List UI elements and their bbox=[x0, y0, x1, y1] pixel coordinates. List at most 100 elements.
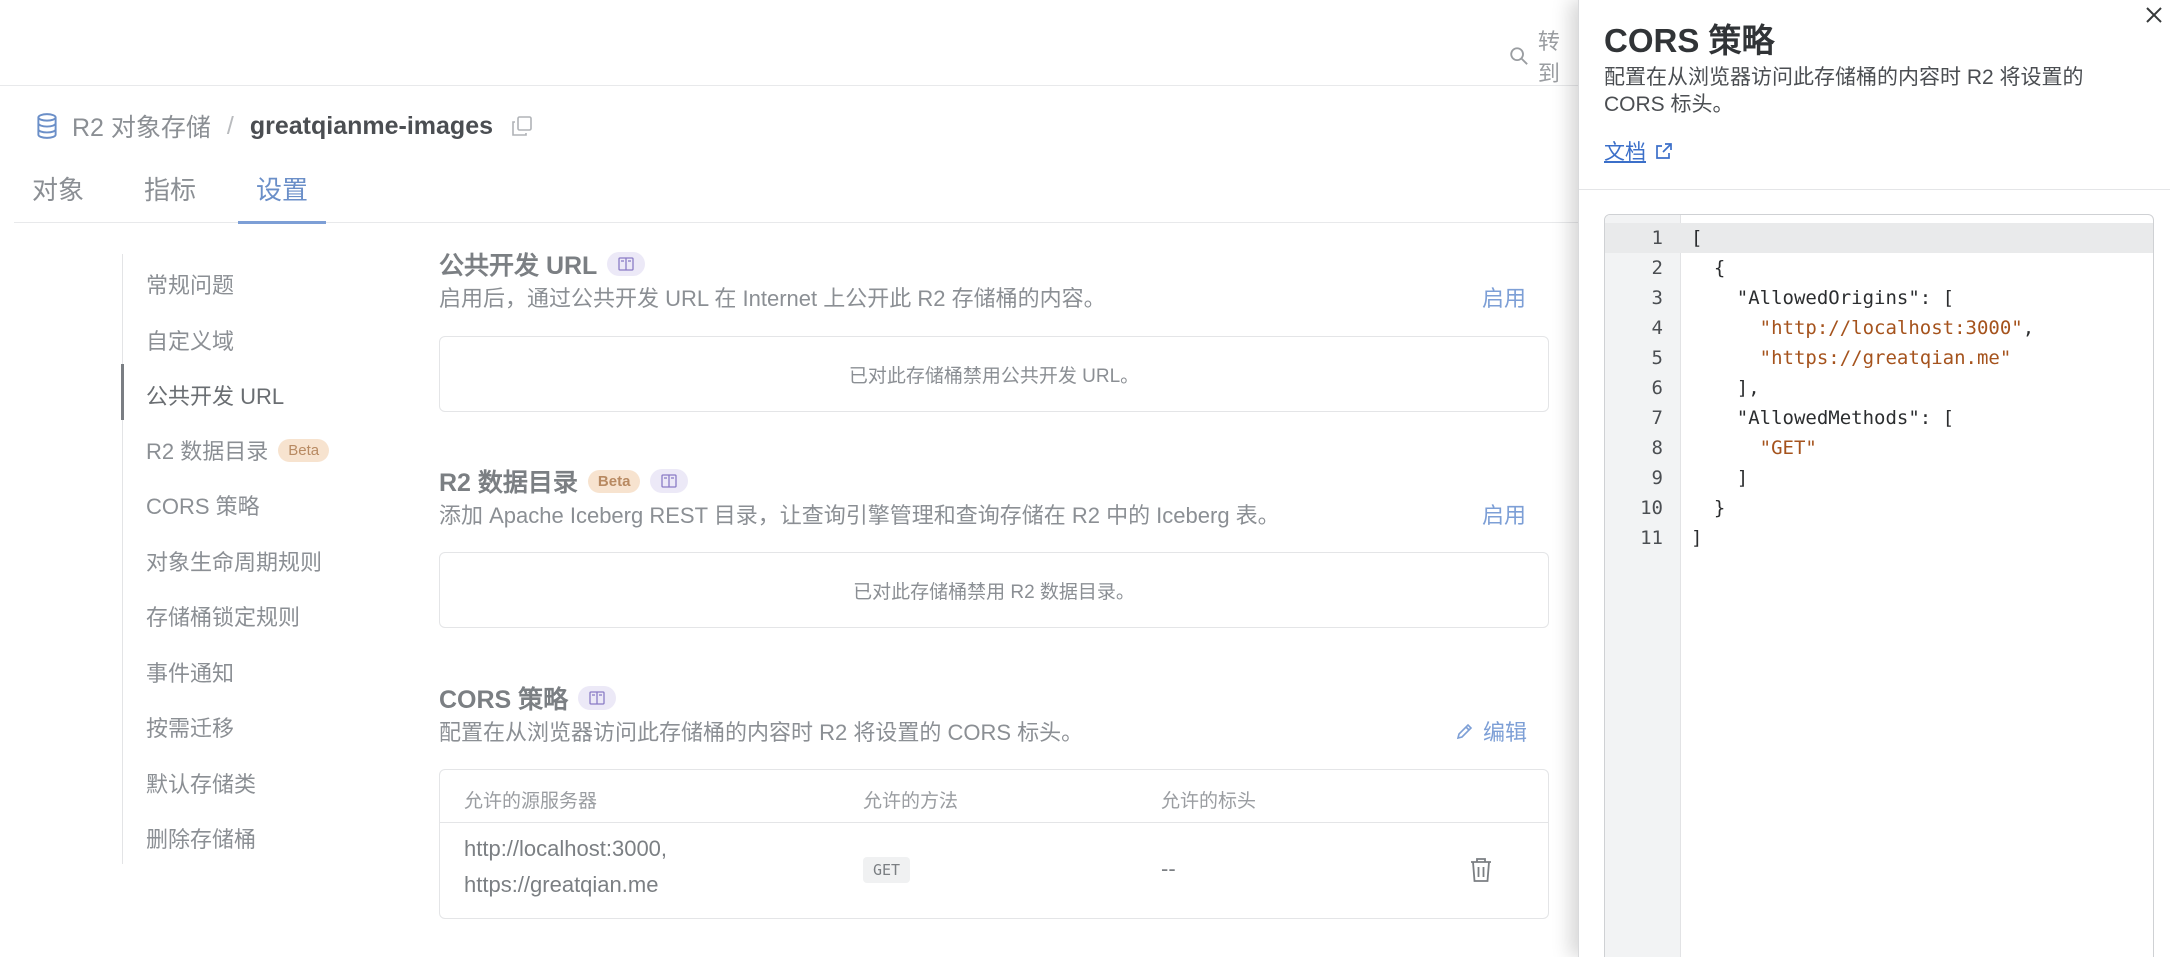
book-icon bbox=[618, 257, 634, 271]
sidenav-item-cors[interactable]: CORS 策略 bbox=[146, 489, 260, 521]
sidenav-item-general[interactable]: 常规问题 bbox=[146, 268, 234, 300]
code-text: "https://greatqian.me" bbox=[1691, 343, 2012, 373]
code-text: "AllowedOrigins": [ bbox=[1691, 283, 1954, 313]
code-token: ], bbox=[1691, 377, 1760, 399]
database-icon bbox=[37, 113, 57, 139]
line-number: 3 bbox=[1651, 287, 1663, 309]
docs-pill[interactable] bbox=[607, 252, 646, 276]
code-token: { bbox=[1691, 257, 1726, 279]
trash-icon[interactable] bbox=[1468, 856, 1494, 884]
tab-settings[interactable]: 设置 bbox=[238, 166, 327, 224]
public-url-title: 公共开发 URL bbox=[439, 246, 646, 282]
breadcrumb-separator: / bbox=[226, 111, 234, 140]
line-number: 4 bbox=[1651, 317, 1663, 339]
sidenav-item-lifecycle[interactable]: 对象生命周期规则 bbox=[146, 545, 322, 577]
code-text: } bbox=[1691, 493, 1725, 523]
tab-metrics[interactable]: 指标 bbox=[126, 166, 214, 223]
code-text: ] bbox=[1691, 463, 1748, 493]
docs-link[interactable]: 文档 bbox=[1604, 136, 1674, 166]
code-text: [ bbox=[1691, 223, 1702, 253]
code-token: "AllowedOrigins": [ bbox=[1691, 287, 1955, 309]
code-text: ], bbox=[1691, 373, 1760, 403]
panel-description: 配置在从浏览器访问此存储桶的内容时 R2 将设置的 CORS 标头。 bbox=[1604, 66, 2084, 116]
code-token: ] bbox=[1691, 467, 1749, 489]
code-token: } bbox=[1691, 497, 1726, 519]
beta-badge: Beta bbox=[278, 438, 330, 462]
cors-policy-panel: CORS 策略 配置在从浏览器访问此存储桶的内容时 R2 将设置的 CORS 标… bbox=[1578, 0, 2170, 957]
code-token: ] bbox=[1691, 527, 1703, 549]
settings-sidenav: 常规问题 自定义域 公共开发 URL R2 数据目录 Beta CORS 策略 对… bbox=[121, 254, 352, 864]
search-icon bbox=[1510, 47, 1528, 65]
breadcrumb-root[interactable]: R2 对象存储 bbox=[72, 108, 211, 144]
origin-value: http://localhost:3000, bbox=[464, 836, 668, 861]
sidenav-item-bucket-lock[interactable]: 存储桶锁定规则 bbox=[146, 600, 300, 632]
line-number: 10 bbox=[1640, 497, 1663, 519]
quick-search[interactable]: 转到 bbox=[1508, 24, 1578, 88]
line-number: 7 bbox=[1651, 407, 1663, 429]
cors-json-editor[interactable]: 1 [2 {3 "AllowedOrigins": [ 4 "http://loca… bbox=[1604, 214, 2154, 957]
sidenav-item-storage-class[interactable]: 默认存储类 bbox=[146, 767, 256, 799]
docs-pill[interactable] bbox=[578, 686, 617, 710]
docs-pill[interactable] bbox=[650, 469, 689, 493]
method-chip: GET bbox=[863, 857, 911, 883]
column-header-methods: 允许的方法 bbox=[863, 791, 959, 812]
code-text: "AllowedMethods": [ bbox=[1691, 403, 1954, 433]
public-url-description: 启用后，通过公共开发 URL 在 Internet 上公开此 R2 存储桶的内容… bbox=[439, 286, 1106, 311]
top-bar: 转到 bbox=[0, 0, 1578, 86]
line-number: 6 bbox=[1651, 377, 1663, 399]
data-catalog-empty-state: 已对此存储桶禁用 R2 数据目录。 bbox=[439, 552, 1549, 628]
pencil-icon bbox=[1456, 723, 1473, 740]
string-token: "http://localhost:3000" bbox=[1759, 317, 2023, 339]
sidenav-item-custom-domain[interactable]: 自定义域 bbox=[146, 324, 234, 356]
code-token: , bbox=[2022, 317, 2035, 339]
sidenav-item-migration[interactable]: 按需迁移 bbox=[146, 711, 234, 743]
panel-title: CORS 策略 bbox=[1604, 22, 1775, 59]
headers-value: -- bbox=[1161, 856, 1176, 881]
sidenav-item-data-catalog[interactable]: R2 数据目录 Beta bbox=[146, 434, 330, 466]
cors-title: CORS 策略 bbox=[439, 680, 617, 716]
line-number: 2 bbox=[1651, 257, 1663, 279]
sidenav-item-public-url[interactable]: 公共开发 URL bbox=[146, 379, 284, 411]
line-number: 9 bbox=[1651, 467, 1663, 489]
beta-badge: Beta bbox=[587, 469, 641, 493]
string-token: "https://greatqian.me" bbox=[1759, 347, 2012, 369]
line-number: 5 bbox=[1651, 347, 1663, 369]
book-icon bbox=[661, 474, 678, 488]
table-divider bbox=[440, 822, 1548, 823]
breadcrumb: R2 对象存储 / greatqianme-images bbox=[34, 108, 533, 144]
book-icon bbox=[589, 691, 605, 705]
public-url-enable-link[interactable]: 启用 bbox=[1482, 281, 1526, 313]
copy-icon[interactable] bbox=[511, 115, 533, 137]
code-token: "AllowedMethods": [ bbox=[1691, 407, 1955, 429]
data-catalog-title: R2 数据目录 Beta bbox=[439, 463, 689, 499]
active-indicator bbox=[121, 364, 124, 420]
data-catalog-enable-link[interactable]: 启用 bbox=[1482, 498, 1526, 530]
code-token: [ bbox=[1691, 227, 1703, 249]
line-number: 8 bbox=[1651, 437, 1663, 459]
column-header-headers: 允许的标头 bbox=[1161, 791, 1257, 812]
code-text: "http://localhost:3000", bbox=[1691, 313, 2035, 343]
active-line-highlight bbox=[1605, 223, 2153, 253]
cors-table: 允许的源服务器 允许的方法 允许的标头 http://localhost:300… bbox=[439, 769, 1549, 919]
tab-objects[interactable]: 对象 bbox=[14, 166, 102, 223]
origin-value: https://greatqian.me bbox=[464, 872, 659, 897]
code-text: "GET" bbox=[1691, 433, 1817, 463]
line-number: 1 bbox=[1651, 227, 1663, 249]
code-text: ] bbox=[1691, 523, 1702, 553]
data-catalog-description: 添加 Apache Iceberg REST 目录，让查询引擎管理和查询存储在 … bbox=[439, 503, 1280, 528]
search-label: 转到 bbox=[1537, 29, 1560, 86]
string-token: "GET" bbox=[1759, 437, 1817, 459]
close-icon[interactable] bbox=[2141, 2, 2167, 28]
bucket-name: greatqianme-images bbox=[249, 111, 493, 140]
panel-divider bbox=[1579, 189, 2170, 190]
sidenav-item-delete-bucket[interactable]: 删除存储桶 bbox=[146, 822, 256, 854]
line-number: 11 bbox=[1640, 527, 1663, 549]
sidenav-item-event-notifications[interactable]: 事件通知 bbox=[146, 656, 234, 688]
column-header-origins: 允许的源服务器 bbox=[464, 791, 598, 812]
cors-edit-button[interactable]: 编辑 bbox=[1455, 715, 1527, 747]
tab-bar: 对象 指标 设置 bbox=[14, 166, 1578, 224]
public-url-empty-state: 已对此存储桶禁用公共开发 URL。 bbox=[439, 336, 1549, 412]
